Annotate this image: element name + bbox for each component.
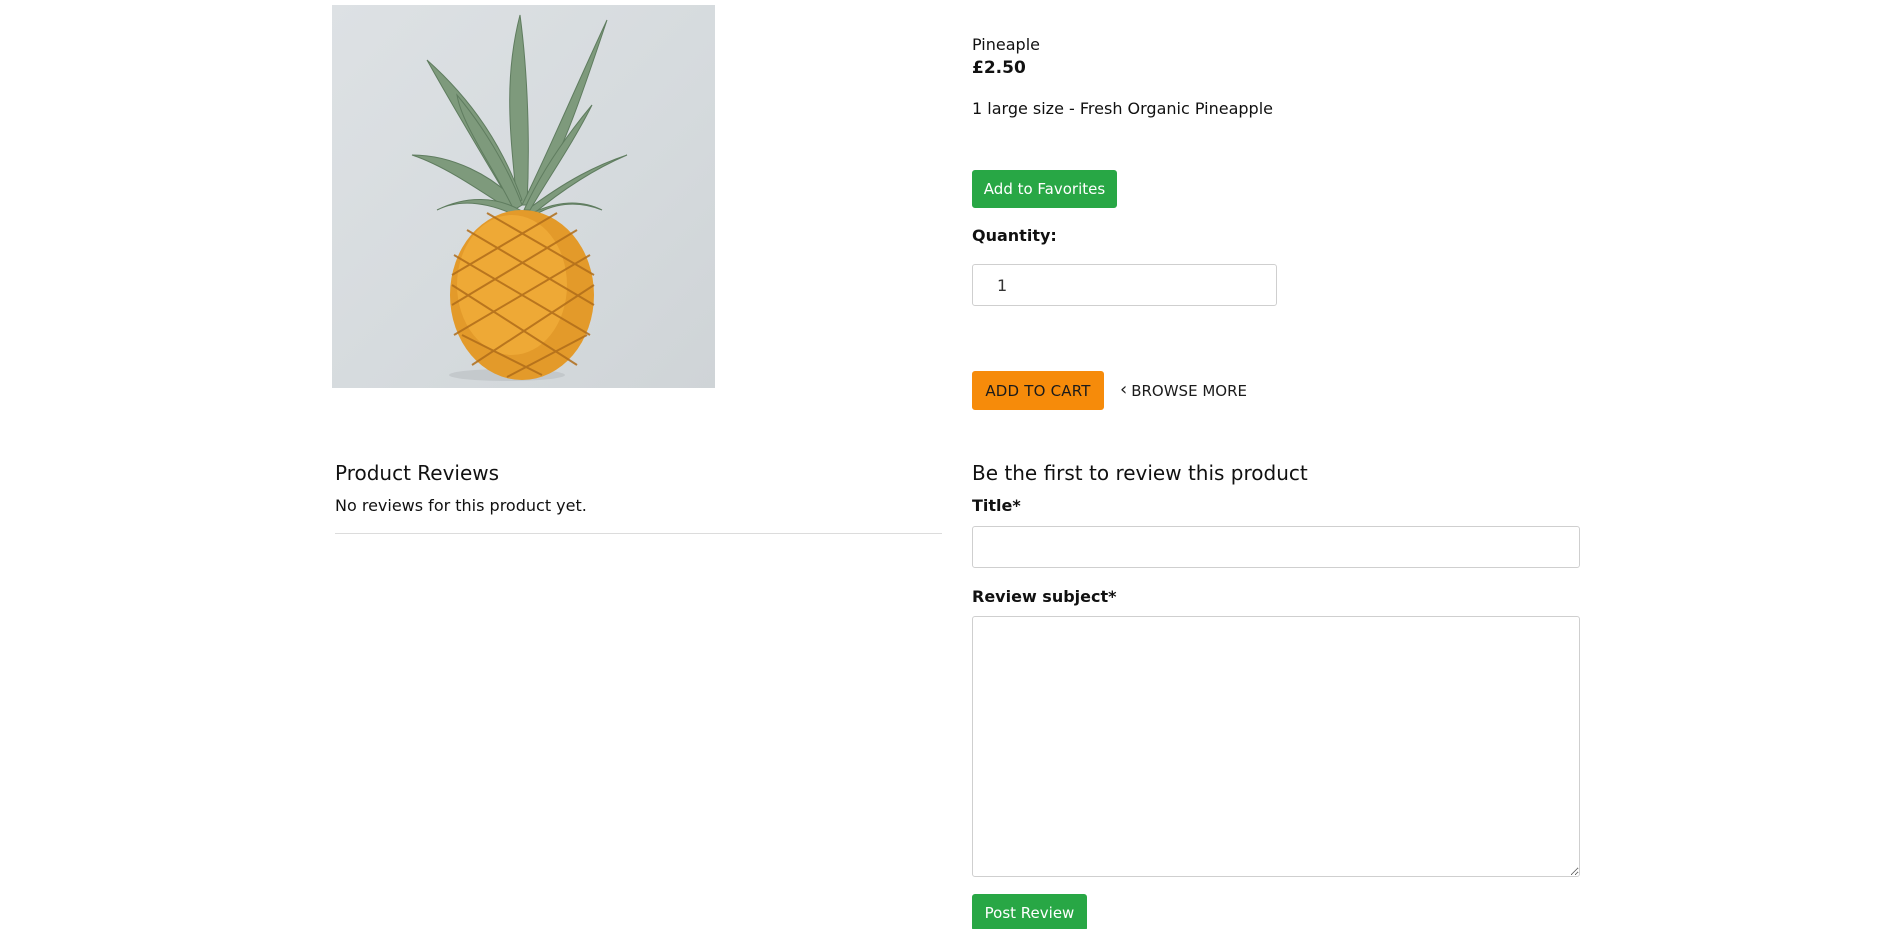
post-review-button[interactable]: Post Review	[972, 894, 1087, 929]
browse-more-link[interactable]: ‹ BROWSE MORE	[1120, 371, 1247, 410]
product-info: Pineaple £2.50 1 large size - Fresh Orga…	[972, 34, 1592, 118]
review-title-input[interactable]	[972, 526, 1580, 568]
reviews-divider	[335, 533, 942, 534]
review-title-label: Title*	[972, 496, 1021, 515]
browse-more-label: BROWSE MORE	[1131, 381, 1247, 400]
add-to-favorites-button[interactable]: Add to Favorites	[972, 170, 1117, 208]
chevron-left-icon: ‹	[1120, 378, 1128, 400]
product-name: Pineaple	[972, 35, 1040, 54]
reviews-empty-message: No reviews for this product yet.	[335, 496, 587, 515]
review-subject-label: Review subject*	[972, 587, 1117, 606]
review-form-heading: Be the first to review this product	[972, 461, 1308, 485]
quantity-label: Quantity:	[972, 226, 1057, 245]
reviews-heading: Product Reviews	[335, 461, 500, 485]
pineapple-illustration	[411, 14, 628, 381]
product-price: £2.50	[972, 58, 1026, 78]
review-subject-textarea[interactable]	[972, 616, 1580, 877]
quantity-input[interactable]	[972, 264, 1277, 306]
product-page: Pineaple £2.50 1 large size - Fresh Orga…	[0, 0, 1892, 929]
product-image	[332, 5, 715, 388]
add-to-cart-button[interactable]: ADD TO CART	[972, 371, 1104, 410]
product-description: 1 large size - Fresh Organic Pineapple	[972, 99, 1273, 118]
